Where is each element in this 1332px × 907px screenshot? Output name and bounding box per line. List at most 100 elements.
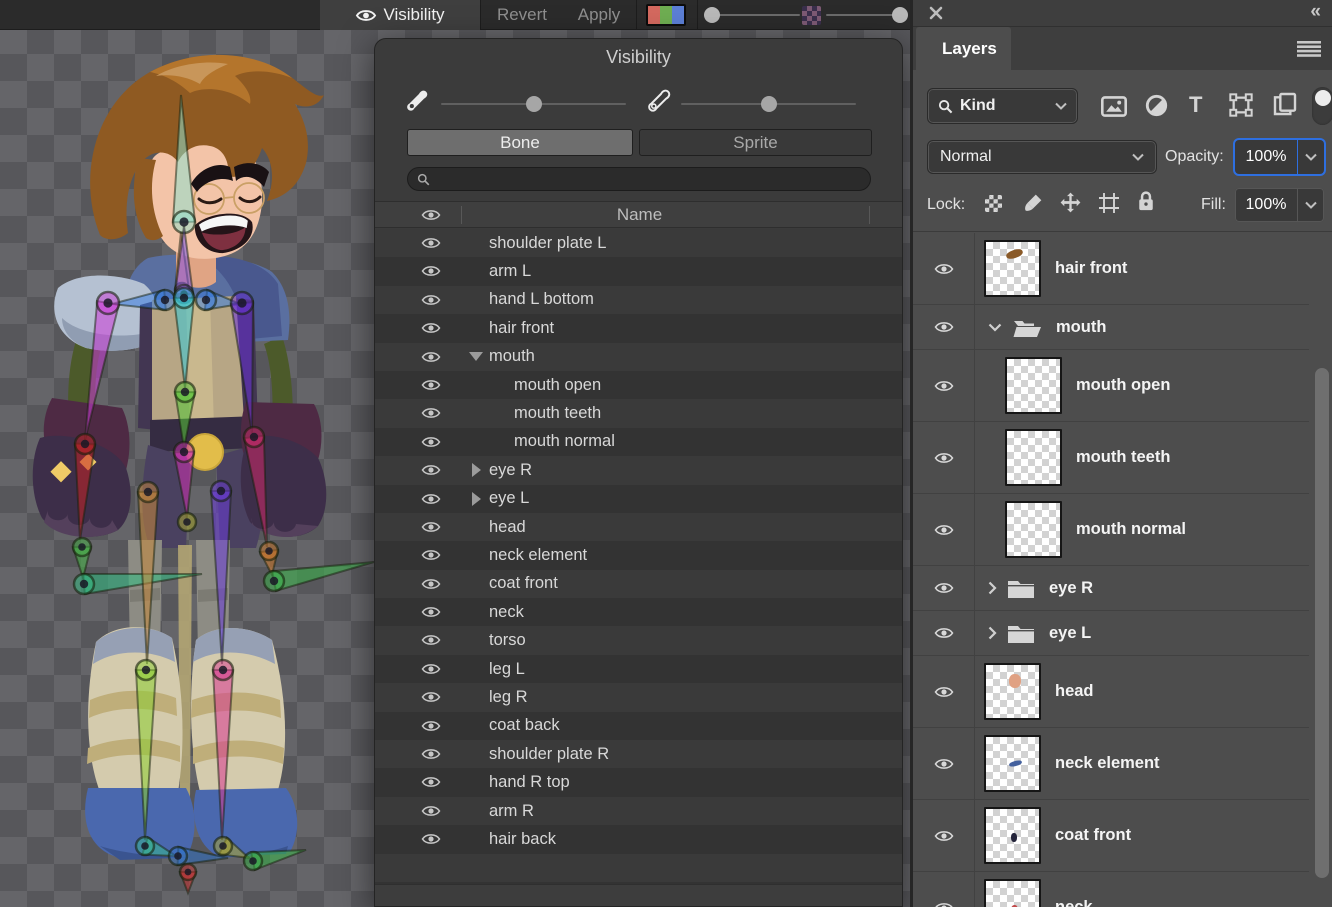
layer-eye-toggle[interactable] bbox=[913, 656, 975, 727]
layer-thumbnail[interactable] bbox=[984, 807, 1041, 864]
layer-name[interactable]: eye L bbox=[1049, 624, 1091, 643]
layer-thumbnail[interactable] bbox=[984, 663, 1041, 720]
lock-brush-icon[interactable] bbox=[1023, 193, 1043, 218]
layer-eye-toggle[interactable] bbox=[913, 611, 975, 655]
visibility-eye-toggle[interactable] bbox=[421, 520, 441, 534]
layer-thumbnail[interactable] bbox=[1005, 357, 1062, 414]
layer-thumbnail[interactable] bbox=[984, 735, 1041, 792]
fill-field[interactable]: 100% bbox=[1235, 188, 1324, 222]
layer-row[interactable]: eye R bbox=[913, 566, 1309, 611]
visibility-row[interactable]: mouth bbox=[375, 343, 903, 371]
visibility-row[interactable]: mouth open bbox=[375, 371, 903, 399]
visibility-eye-toggle[interactable] bbox=[421, 435, 441, 449]
sprite-gizmo-slider[interactable] bbox=[681, 103, 856, 105]
visibility-row[interactable]: arm L bbox=[375, 257, 903, 285]
slider-thumb[interactable] bbox=[892, 7, 908, 23]
tab-layers[interactable]: Layers bbox=[916, 27, 1011, 70]
visibility-row[interactable]: neck bbox=[375, 598, 903, 626]
visibility-row[interactable]: head bbox=[375, 513, 903, 541]
visibility-eye-toggle[interactable] bbox=[421, 633, 441, 647]
layer-row[interactable]: head bbox=[913, 656, 1309, 728]
visibility-row[interactable]: eye R bbox=[375, 456, 903, 484]
visibility-row[interactable]: torso bbox=[375, 626, 903, 654]
layer-eye-toggle[interactable] bbox=[913, 494, 975, 565]
search-box[interactable] bbox=[407, 167, 871, 191]
blend-mode-dropdown[interactable]: Normal bbox=[927, 140, 1157, 174]
expander-right-icon[interactable] bbox=[472, 463, 481, 477]
chevron-down-icon[interactable] bbox=[1297, 188, 1324, 222]
layer-thumbnail[interactable] bbox=[984, 240, 1041, 297]
visibility-eye-toggle[interactable] bbox=[421, 605, 441, 619]
filter-shape-icon[interactable] bbox=[1229, 93, 1253, 122]
layer-row[interactable]: neck bbox=[913, 872, 1309, 907]
apply-button[interactable]: Apply bbox=[565, 0, 633, 30]
slider-thumb[interactable] bbox=[704, 7, 720, 23]
visibility-eye-toggle[interactable] bbox=[421, 577, 441, 591]
layer-eye-toggle[interactable] bbox=[913, 350, 975, 421]
layer-eye-toggle[interactable] bbox=[913, 872, 975, 907]
layer-row[interactable]: hair front bbox=[913, 233, 1309, 305]
layers-scrollbar[interactable] bbox=[1315, 368, 1329, 878]
layer-eye-toggle[interactable] bbox=[913, 305, 975, 349]
layer-name[interactable]: eye R bbox=[1049, 579, 1093, 598]
visibility-eye-toggle[interactable] bbox=[421, 293, 441, 307]
layer-row[interactable]: mouth open bbox=[913, 350, 1309, 422]
layer-eye-toggle[interactable] bbox=[913, 422, 975, 493]
layer-name[interactable]: neck element bbox=[1055, 754, 1160, 773]
visibility-eye-toggle[interactable] bbox=[421, 832, 441, 846]
panel-menu-icon[interactable] bbox=[1297, 41, 1321, 57]
group-expander-icon[interactable] bbox=[988, 626, 997, 640]
visibility-row[interactable]: neck element bbox=[375, 541, 903, 569]
visibility-eye-toggle[interactable] bbox=[421, 406, 441, 420]
bone-foot-r2[interactable] bbox=[244, 850, 306, 870]
visibility-row[interactable]: coat back bbox=[375, 712, 903, 740]
group-expander-icon[interactable] bbox=[988, 323, 1002, 332]
sprite-opacity-slider[interactable] bbox=[826, 14, 904, 16]
bone-hand-r-tip[interactable] bbox=[264, 562, 374, 591]
visibility-row[interactable]: shoulder plate L bbox=[375, 229, 903, 257]
visibility-eye-toggle[interactable] bbox=[421, 804, 441, 818]
revert-button[interactable]: Revert bbox=[481, 0, 563, 30]
visibility-row[interactable]: hair back bbox=[375, 825, 903, 853]
visibility-row[interactable]: eye L bbox=[375, 485, 903, 513]
visibility-row[interactable]: shoulder plate R bbox=[375, 740, 903, 768]
filter-smart-object-icon[interactable] bbox=[1273, 92, 1297, 121]
visibility-eye-toggle[interactable] bbox=[421, 321, 441, 335]
visibility-row[interactable]: hand L bottom bbox=[375, 286, 903, 314]
bone-hand-l[interactable] bbox=[73, 538, 91, 578]
layer-name[interactable]: mouth normal bbox=[1076, 520, 1186, 539]
bone-joint[interactable] bbox=[178, 513, 196, 531]
layer-thumbnail[interactable] bbox=[1005, 501, 1062, 558]
visibility-row[interactable]: leg R bbox=[375, 683, 903, 711]
layer-name[interactable]: head bbox=[1055, 682, 1094, 701]
filter-adjustment-icon[interactable] bbox=[1145, 94, 1168, 122]
group-expander-icon[interactable] bbox=[988, 581, 997, 595]
visibility-eye-toggle[interactable] bbox=[421, 719, 441, 733]
layer-row[interactable]: mouth bbox=[913, 305, 1309, 350]
layer-eye-toggle[interactable] bbox=[913, 728, 975, 799]
layer-row[interactable]: mouth teeth bbox=[913, 422, 1309, 494]
tab-bone[interactable]: Bone bbox=[407, 129, 633, 156]
lock-all-icon[interactable] bbox=[1137, 190, 1155, 216]
layer-eye-toggle[interactable] bbox=[913, 800, 975, 871]
visibility-row[interactable]: hair front bbox=[375, 314, 903, 342]
slider-thumb[interactable] bbox=[526, 96, 542, 112]
visibility-row[interactable]: mouth normal bbox=[375, 428, 903, 456]
visibility-eye-toggle[interactable] bbox=[421, 463, 441, 477]
filter-pixel-layers-icon[interactable] bbox=[1101, 96, 1127, 122]
layer-row[interactable]: mouth normal bbox=[913, 494, 1309, 566]
layer-name[interactable]: mouth open bbox=[1076, 376, 1170, 395]
layer-name[interactable]: neck bbox=[1055, 898, 1093, 907]
visibility-row[interactable]: mouth teeth bbox=[375, 399, 903, 427]
lock-artboard-icon[interactable] bbox=[1099, 193, 1119, 218]
layer-thumbnail[interactable] bbox=[1005, 429, 1062, 486]
layer-eye-toggle[interactable] bbox=[913, 233, 975, 304]
layer-eye-toggle[interactable] bbox=[913, 566, 975, 610]
layer-row[interactable]: coat front bbox=[913, 800, 1309, 872]
opacity-field[interactable]: 100% bbox=[1235, 140, 1324, 174]
layer-name[interactable]: mouth teeth bbox=[1076, 448, 1170, 467]
filter-toggle[interactable] bbox=[1312, 87, 1332, 125]
lock-position-icon[interactable] bbox=[1060, 192, 1081, 218]
expander-down-icon[interactable] bbox=[469, 352, 483, 361]
bone-opacity-slider[interactable] bbox=[704, 14, 800, 16]
